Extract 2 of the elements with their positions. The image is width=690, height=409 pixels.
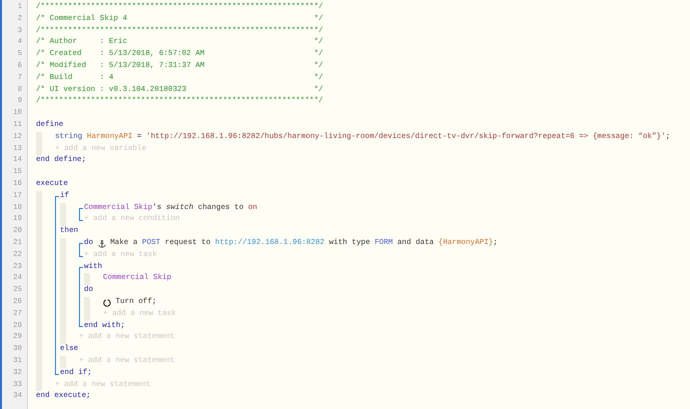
anchor-icon (98, 240, 106, 248)
ring-icon (103, 298, 111, 307)
